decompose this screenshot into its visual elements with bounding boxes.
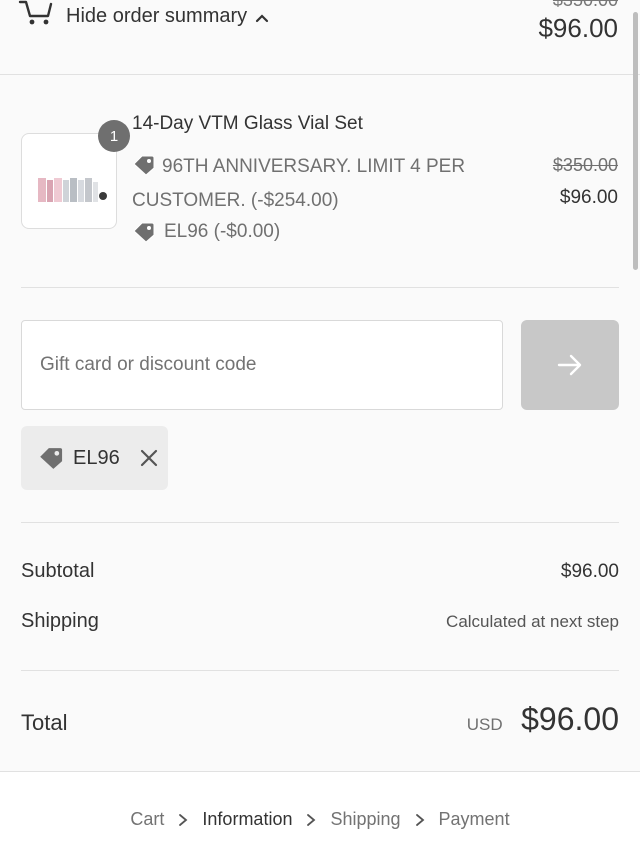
breadcrumb-information: Information xyxy=(202,809,293,829)
toggle-label: Hide order summary xyxy=(66,5,248,27)
divider xyxy=(21,522,619,523)
original-total-top: $350.00 xyxy=(552,0,618,10)
divider xyxy=(21,670,619,671)
applied-discount-chip: EL96 xyxy=(21,426,168,490)
shipping-row: Shipping Calculated at next step xyxy=(21,610,619,633)
tag-icon xyxy=(133,155,155,176)
shipping-label: Shipping xyxy=(21,610,99,632)
close-icon xyxy=(140,449,157,467)
discount-code-line: EL96 (-$0.00) xyxy=(132,221,280,243)
discount-automatic: 96TH ANNIVERSARY. LIMIT 4 PER CUSTOMER. … xyxy=(132,150,522,218)
applied-discount-code: EL96 xyxy=(73,446,120,469)
chevron-right-icon xyxy=(179,813,188,826)
breadcrumb-shipping: Shipping xyxy=(330,809,401,829)
checkout-breadcrumb-bar: Cart Information Shipping Payment xyxy=(0,771,640,853)
chevron-right-icon xyxy=(415,813,424,826)
breadcrumb: Cart Information Shipping Payment xyxy=(0,809,640,830)
total-amount-group: USD $96.00 xyxy=(467,701,619,738)
remove-discount-button[interactable] xyxy=(140,449,158,467)
divider xyxy=(21,287,619,288)
discount-code-input[interactable] xyxy=(21,320,503,410)
discount-automatic-text: 96TH ANNIVERSARY. LIMIT 4 PER CUSTOMER. … xyxy=(132,156,466,211)
product-image xyxy=(38,178,107,202)
product-name: 14-Day VTM Glass Vial Set xyxy=(132,113,363,134)
product-line-item: 1 14-Day VTM Glass Vial Set 96TH ANNIVER… xyxy=(0,75,640,287)
order-summary-toggle-bar[interactable]: Hide order summary $350.00 $96.00 xyxy=(0,0,640,75)
total-value: $96.00 xyxy=(521,701,619,737)
discount-code-text: EL96 (-$0.00) xyxy=(164,221,281,242)
subtotal-value: $96.00 xyxy=(560,561,619,582)
apply-discount-button[interactable] xyxy=(521,320,619,410)
product-original-price: $350.00 xyxy=(552,155,618,175)
subtotal-row: Subtotal $96.00 xyxy=(21,560,619,583)
shipping-value: Calculated at next step xyxy=(446,612,619,631)
chevron-right-icon xyxy=(307,813,316,826)
currency-code: USD xyxy=(466,715,503,734)
chevron-up-icon xyxy=(256,13,269,22)
total-label: Total xyxy=(21,710,68,735)
product-final-price: $96.00 xyxy=(559,187,618,208)
cart-icon xyxy=(18,0,53,25)
tag-icon xyxy=(133,222,155,243)
breadcrumb-cart[interactable]: Cart xyxy=(130,809,164,830)
total-row: Total USD $96.00 xyxy=(21,701,619,738)
total-top: $96.00 xyxy=(538,13,618,43)
tag-icon xyxy=(38,446,64,471)
hide-order-summary-button[interactable]: Hide order summary xyxy=(66,5,269,28)
breadcrumb-payment: Payment xyxy=(438,809,510,829)
arrow-right-icon xyxy=(557,354,582,376)
quantity-badge: 1 xyxy=(98,120,130,152)
subtotal-label: Subtotal xyxy=(21,560,95,582)
